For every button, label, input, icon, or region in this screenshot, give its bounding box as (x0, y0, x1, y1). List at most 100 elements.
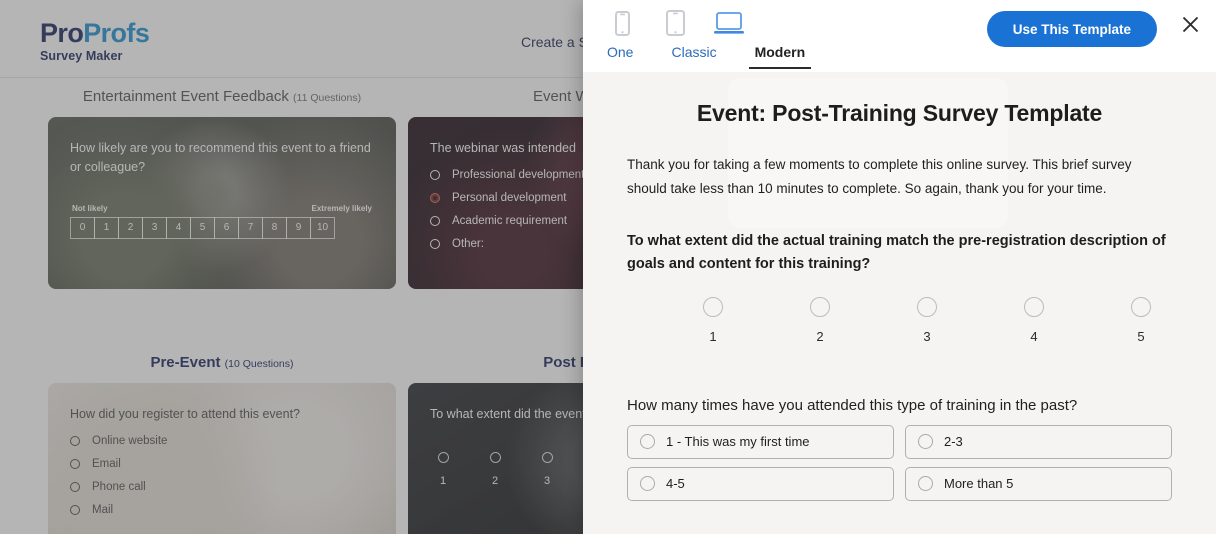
radio-icon (703, 296, 723, 317)
nps-option[interactable]: 8 (262, 216, 287, 239)
nps-labels: Not likely Extremely likely (70, 204, 374, 213)
preview-option[interactable]: Online website (70, 435, 374, 447)
scale-label: 3 (923, 328, 931, 344)
answer-option-4[interactable]: More than 5 (905, 466, 1172, 501)
template-preview-panel: One Classic Modern Use This Template Eve… (583, 0, 1216, 534)
template-title: Entertainment Event Feedback (11 Questio… (48, 78, 396, 117)
preview-question: How likely are you to recommend this eve… (70, 141, 371, 175)
scale-option-4[interactable]: 4 (1014, 296, 1054, 344)
style-tab-list: One Classic Modern (601, 44, 812, 69)
nps-option[interactable]: 0 (70, 216, 95, 239)
tab-one[interactable]: One (601, 44, 639, 67)
rating-label: 3 (543, 475, 551, 488)
scale-label: 2 (816, 328, 824, 344)
radio-icon (430, 216, 440, 227)
answer-option-1[interactable]: 1 - This was my first time (627, 424, 894, 459)
nps-option[interactable]: 2 (118, 216, 143, 239)
survey-question-1: To what extent did the actual training m… (627, 233, 1166, 273)
logo-profs-text: Profs (83, 18, 150, 48)
answer-label: 4-5 (666, 476, 685, 492)
radio-icon (1131, 296, 1151, 317)
template-question-count: (10 Questions) (224, 358, 294, 370)
radio-icon (70, 505, 80, 516)
template-preview-content: How likely are you to recommend this eve… (48, 117, 396, 289)
radio-icon (810, 296, 830, 317)
answer-label: 1 - This was my first time (666, 434, 810, 450)
nps-option[interactable]: 1 (94, 216, 119, 239)
option-label: Academic requirement (452, 215, 568, 228)
close-icon (1182, 16, 1198, 32)
answer-label: More than 5 (944, 476, 1014, 492)
template-title: Pre-Event (10 Questions) (48, 344, 396, 383)
nps-left-label: Not likely (72, 203, 108, 213)
survey-content: Event: Post-Training Survey Template Tha… (583, 72, 1216, 534)
rating-label: 2 (491, 475, 499, 488)
scale-option-5[interactable]: 5 (1121, 296, 1161, 344)
nps-option[interactable]: 5 (190, 216, 215, 239)
radio-icon (430, 239, 440, 250)
nps-option[interactable]: 3 (142, 216, 167, 239)
answer-label: 2-3 (944, 434, 963, 450)
radio-icon (489, 452, 501, 464)
radio-icon (640, 476, 655, 492)
nps-scale[interactable]: 0 1 2 3 4 5 6 7 8 9 10 (70, 216, 374, 239)
radio-icon (70, 459, 80, 470)
rating-option[interactable]: 2 (486, 452, 504, 487)
nps-option[interactable]: 10 (310, 216, 335, 239)
radio-icon (918, 434, 933, 450)
template-title-text: Entertainment Event Feedback (82, 88, 289, 105)
option-label: Other: (452, 238, 484, 251)
desktop-laptop-icon[interactable] (712, 6, 745, 40)
option-label: Professional development (452, 169, 585, 182)
rating-label: 1 (439, 475, 447, 488)
radio-icon-selected (430, 193, 440, 204)
proprofs-logo[interactable]: ProProfs Survey Maker (40, 18, 150, 64)
template-title-text: Pre-Event (150, 354, 221, 371)
template-question-count: (11 Questions) (293, 92, 362, 104)
logo-pro-text: Pro (40, 18, 84, 48)
nps-option[interactable]: 6 (214, 216, 239, 239)
nps-option[interactable]: 9 (286, 216, 311, 239)
scale-option-3[interactable]: 3 (907, 296, 947, 344)
preview-option[interactable]: Email (70, 458, 374, 470)
scale-label: 4 (1030, 328, 1038, 344)
use-this-template-button[interactable]: Use This Template (986, 11, 1157, 47)
nps-option[interactable]: 4 (166, 216, 191, 239)
close-button[interactable] (1174, 8, 1206, 40)
template-card-entertainment-event-feedback[interactable]: Entertainment Event Feedback (11 Questio… (48, 78, 396, 289)
survey-question-2: How many times have you attended this ty… (627, 396, 1078, 414)
option-label: Online website (92, 435, 168, 448)
rating-option[interactable]: 3 (538, 452, 556, 487)
template-preview-image[interactable]: How did you register to attend this even… (48, 383, 396, 534)
radio-icon (430, 170, 440, 181)
radio-icon (918, 476, 933, 492)
template-preview-content: How did you register to attend this even… (48, 383, 396, 534)
survey-intro-text: Thank you for taking a few moments to co… (627, 157, 1132, 196)
survey-preview-frame: Event: Post-Training Survey Template Tha… (583, 72, 1216, 534)
rating-option[interactable]: 1 (434, 452, 452, 487)
preview-option[interactable]: Mail (70, 504, 374, 516)
radio-icon (70, 436, 80, 447)
option-label: Email (92, 458, 121, 471)
scale-label: 5 (1137, 328, 1145, 344)
option-label: Personal development (452, 192, 567, 205)
survey-title: Event: Post-Training Survey Template (696, 100, 1103, 126)
radio-icon (541, 452, 553, 464)
survey-question-1-scale: 1 2 3 4 5 (615, 296, 1184, 351)
scale-option-2[interactable]: 2 (800, 296, 840, 344)
nps-option[interactable]: 7 (238, 216, 263, 239)
scale-option-1[interactable]: 1 (693, 296, 733, 344)
answer-option-3[interactable]: 4-5 (627, 466, 894, 501)
answer-option-2[interactable]: 2-3 (905, 424, 1172, 459)
preview-option[interactable]: Phone call (70, 481, 374, 493)
create-survey-link[interactable]: Create a S (521, 34, 588, 50)
tablet-icon[interactable] (659, 6, 692, 40)
template-card-pre-event[interactable]: Pre-Event (10 Questions) How did you reg… (48, 344, 396, 534)
template-preview-image[interactable]: How likely are you to recommend this eve… (48, 117, 396, 289)
mobile-phone-icon[interactable] (606, 6, 639, 40)
tab-modern[interactable]: Modern (748, 44, 812, 69)
survey-question-2-answers: 1 - This was my first time 2-3 4-5 More … (615, 424, 1184, 501)
radio-icon (437, 452, 449, 464)
nps-right-label: Extremely likely (311, 203, 372, 213)
tab-classic[interactable]: Classic (665, 44, 722, 67)
